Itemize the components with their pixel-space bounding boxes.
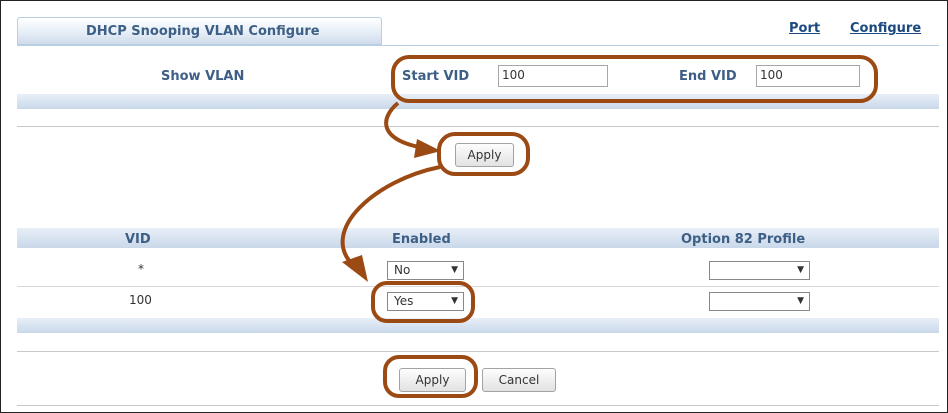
- annotation-arrows: [340, 101, 441, 282]
- annotation-arrow: [414, 139, 441, 158]
- annotation-arrow: [340, 165, 441, 266]
